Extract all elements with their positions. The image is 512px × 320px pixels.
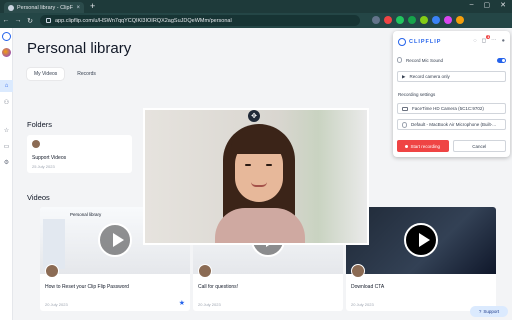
brand-name: CLIPFLIP — [409, 39, 442, 45]
person-eye — [245, 164, 251, 166]
lock-icon — [46, 18, 51, 23]
avatar[interactable]: ● — [502, 38, 505, 44]
reload-icon[interactable]: ↻ — [24, 17, 36, 25]
chat-icon[interactable]: ◌ — [473, 38, 476, 44]
video-title: Call for questions! — [198, 284, 239, 290]
browser-tab[interactable]: Personal library - ClipFlip × — [4, 2, 84, 13]
record-mic-toggle[interactable] — [497, 57, 506, 63]
videos-heading: Videos — [27, 193, 50, 202]
extension-icon[interactable] — [444, 16, 452, 24]
clipflip-logo-icon — [398, 38, 406, 46]
webcam-feed — [145, 110, 367, 243]
popup-logo: CLIPFLIP — [398, 38, 441, 46]
workspace-avatar[interactable] — [2, 48, 11, 57]
home-icon[interactable]: ⌂ — [0, 80, 13, 92]
tab-records[interactable]: Records — [70, 68, 103, 80]
url-text: app.clipflip.com/u/HSWn7qqYCQIKl3IOIRQX2… — [55, 17, 232, 24]
person-body — [215, 208, 305, 243]
record-mode-value: Record camera only — [409, 74, 450, 79]
popup-toolbar: ◌ ◻ 1 ⋯ ● — [473, 35, 505, 44]
address-bar[interactable]: app.clipflip.com/u/HSWn7qqYCQIKl3IOIRQX2… — [40, 15, 360, 26]
help-icon: ? — [478, 309, 482, 314]
support-label: Support — [483, 309, 500, 314]
record-mode-select[interactable]: ▶ Record camera only — [397, 71, 506, 82]
camera-icon — [402, 106, 408, 111]
browser-tab-title: Personal library - ClipFlip — [17, 4, 74, 11]
settings-icon[interactable]: ⚙ — [0, 156, 13, 168]
folder-name: Support Videos — [32, 155, 67, 161]
video-date: 20 July 2023 — [351, 302, 374, 307]
close-icon[interactable]: × — [76, 5, 80, 11]
avatar — [45, 264, 59, 278]
maximize-icon[interactable]: ▢ — [484, 1, 491, 9]
page-title: Personal library — [27, 40, 132, 57]
start-recording-label: Start recording — [410, 143, 440, 149]
webcam-preview[interactable]: ✥ — [143, 108, 369, 245]
extension-icon[interactable] — [420, 16, 428, 24]
new-tab-button[interactable]: + — [90, 1, 95, 11]
person-eye — [266, 164, 272, 166]
clipflip-logo-icon[interactable] — [2, 32, 11, 41]
star-icon[interactable]: ☆ — [0, 124, 13, 136]
clipflip-popup: CLIPFLIP ◌ ◻ 1 ⋯ ● Record Mic Sound ▶ Rec… — [393, 31, 510, 157]
cancel-button[interactable]: Cancel — [452, 140, 506, 152]
recording-settings-heading: Recording settings — [398, 92, 436, 97]
person-bangs — [231, 128, 287, 154]
minimize-icon[interactable]: – — [470, 1, 474, 9]
extension-icon[interactable] — [432, 16, 440, 24]
extensions-row — [372, 16, 464, 24]
support-button[interactable]: ? Support — [470, 306, 508, 317]
app-sidebar: ⌂ ⚇ ☆ ▭ ⚙ — [0, 28, 13, 320]
favicon-icon — [8, 4, 14, 11]
play-icon[interactable] — [404, 223, 438, 257]
record-mic-label: Record Mic Sound — [406, 57, 444, 63]
person-smile — [251, 182, 267, 187]
microphone-value: Default - MacBook Air Microphone (Built-… — [411, 122, 497, 127]
video-title: Download CTA — [351, 284, 385, 290]
microphone-select[interactable]: Default - MacBook Air Microphone (Built-… — [397, 119, 506, 130]
camera-value: FaceTime HD Camera (5C1C:9702) — [412, 106, 484, 111]
video-date: 20 July 2023 — [45, 302, 68, 307]
more-icon[interactable]: ⋯ — [491, 38, 497, 44]
video-icon: ▶ — [402, 73, 406, 79]
extension-icon[interactable] — [384, 16, 392, 24]
browser-tab-bar: Personal library - ClipFlip × + – ▢ ✕ — [0, 0, 512, 13]
move-handle-icon[interactable]: ✥ — [248, 110, 260, 122]
extension-icon[interactable] — [408, 16, 416, 24]
record-mic-row: Record Mic Sound — [397, 57, 506, 63]
window-controls: – ▢ ✕ — [470, 1, 506, 9]
record-dot-icon — [405, 144, 409, 148]
microphone-icon — [397, 57, 402, 63]
thumbnail-label: Personal library — [70, 212, 102, 217]
thumbnail-sidebar — [43, 219, 65, 269]
close-window-icon[interactable]: ✕ — [500, 1, 506, 9]
extension-icon[interactable] — [456, 16, 464, 24]
play-icon[interactable] — [98, 223, 132, 257]
folder-card[interactable]: Support Videos 25 July 2023 — [27, 135, 132, 173]
users-icon[interactable]: ⚇ — [0, 96, 13, 108]
tab-my-videos[interactable]: My Videos — [27, 68, 65, 80]
start-recording-button[interactable]: Start recording — [397, 140, 449, 152]
browser-toolbar: ← → ↻ app.clipflip.com/u/HSWn7qqYCQIKl3I… — [0, 13, 512, 28]
camera-select[interactable]: FaceTime HD Camera (5C1C:9702) — [397, 103, 506, 114]
archive-icon[interactable]: ▭ — [0, 140, 13, 152]
video-date: 20 July 2023 — [198, 302, 221, 307]
extension-icon[interactable] — [372, 16, 380, 24]
popup-actions: Start recording Cancel — [397, 140, 506, 152]
avatar — [198, 264, 212, 278]
notification-badge: 1 — [486, 35, 491, 39]
folders-heading: Folders — [27, 120, 53, 129]
folder-date: 25 July 2023 — [32, 164, 55, 169]
video-title: How to Reset your Clip Flip Password — [45, 284, 129, 290]
microphone-icon — [402, 121, 407, 128]
avatar — [351, 264, 365, 278]
library-tabs: My Videos Records — [27, 68, 103, 80]
star-icon[interactable]: ★ — [179, 299, 185, 307]
forward-icon[interactable]: → — [12, 17, 24, 24]
avatar — [32, 140, 40, 148]
extension-icon[interactable] — [396, 16, 404, 24]
back-icon[interactable]: ← — [0, 17, 12, 24]
notifications-icon[interactable]: ◻ 1 — [482, 35, 491, 44]
